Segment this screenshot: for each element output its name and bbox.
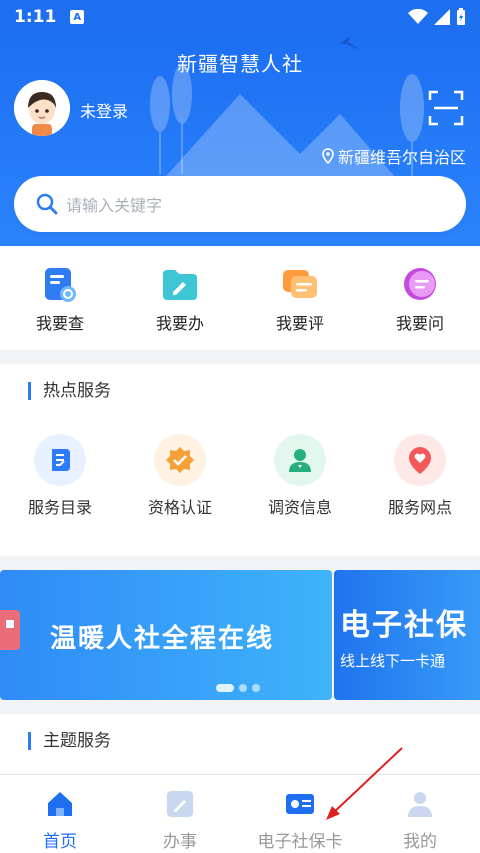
banner-slogan: 温暖人社全程在线 — [50, 624, 275, 654]
avatar[interactable] — [14, 80, 70, 136]
login-status[interactable]: 未登录 — [80, 98, 128, 122]
service-qualification[interactable]: 资格认证 — [120, 434, 240, 518]
banner-slide[interactable]: 温暖人社全程在线 — [0, 570, 332, 700]
catalog-icon — [34, 434, 86, 486]
battery-icon — [457, 8, 465, 25]
phone-illustration-icon — [0, 610, 20, 650]
quick-action-label: 我要办 — [155, 314, 204, 333]
nav-label: 我的 — [403, 832, 437, 852]
chat-bubble-icon — [404, 268, 436, 300]
quick-actions: 我要查 我要办 我要评 我要问 — [0, 246, 480, 350]
banner-slide[interactable]: 电子社保 线上线下一卡通 — [334, 570, 480, 700]
scan-icon[interactable] — [428, 90, 464, 126]
notification-icon: A — [70, 10, 85, 24]
location-heart-icon — [394, 434, 446, 486]
folder-pen-icon — [163, 270, 197, 300]
status-time: 1:11 — [14, 7, 57, 27]
location-pin-icon — [322, 148, 334, 164]
banner-carousel[interactable]: 温暖人社全程在线 电子社保 线上线下一卡通 — [0, 570, 480, 700]
status-bar: 1:11 A — [0, 0, 480, 34]
avatar-boy-icon — [14, 80, 70, 136]
section-title: 热点服务 — [28, 382, 111, 400]
service-outlets[interactable]: 服务网点 — [360, 434, 480, 518]
card-icon — [286, 794, 314, 814]
quick-action-label: 我要查 — [35, 314, 84, 333]
nav-handle[interactable]: 办事 — [120, 775, 240, 853]
search-input[interactable]: 请输入关键字 — [14, 176, 466, 232]
service-salary-adjust[interactable]: 调资信息 — [240, 434, 360, 518]
service-label: 服务网点 — [387, 498, 452, 517]
signal-icon — [434, 9, 450, 25]
search-doc-icon — [45, 268, 76, 302]
location[interactable]: 新疆维吾尔自治区 — [322, 144, 466, 168]
carousel-dot — [216, 684, 234, 692]
home-icon — [48, 792, 72, 816]
service-label: 服务目录 — [27, 498, 92, 517]
comment-icon — [283, 270, 317, 298]
quick-action-review[interactable]: 我要评 — [240, 246, 360, 350]
quick-action-label: 我要问 — [395, 314, 444, 333]
nav-home[interactable]: 首页 — [0, 775, 120, 853]
tree-decoration-icon — [150, 64, 192, 174]
hot-services-section: 热点服务 服务目录 资格认证 调资信息 服务网点 — [0, 364, 480, 556]
search-placeholder: 请输入关键字 — [66, 196, 163, 215]
quick-action-handle[interactable]: 我要办 — [120, 246, 240, 350]
banner-title: 电子社保 — [340, 608, 468, 643]
nav-label: 办事 — [163, 832, 197, 852]
section-title: 主题服务 — [28, 732, 111, 750]
quick-action-query[interactable]: 我要查 — [0, 246, 120, 350]
carousel-dot — [239, 684, 247, 692]
nav-label: 电子社保卡 — [257, 832, 343, 852]
service-label: 资格认证 — [147, 498, 212, 517]
nav-label: 首页 — [43, 832, 77, 852]
annotation-arrow-icon — [326, 747, 403, 820]
carousel-dot — [252, 684, 260, 692]
service-catalog[interactable]: 服务目录 — [0, 434, 120, 518]
location-label: 新疆维吾尔自治区 — [337, 148, 466, 167]
badge-check-icon — [154, 434, 206, 486]
quick-action-ask[interactable]: 我要问 — [360, 246, 480, 350]
person-icon — [274, 434, 326, 486]
search-icon — [36, 193, 58, 215]
quick-action-label: 我要评 — [275, 314, 324, 333]
app-title: 新疆智慧人社 — [177, 52, 303, 76]
carousel-indicator — [216, 684, 260, 692]
wifi-icon — [408, 9, 428, 24]
banner-subtitle: 线上线下一卡通 — [340, 652, 446, 670]
edit-icon — [167, 791, 193, 817]
service-label: 调资信息 — [267, 498, 332, 517]
